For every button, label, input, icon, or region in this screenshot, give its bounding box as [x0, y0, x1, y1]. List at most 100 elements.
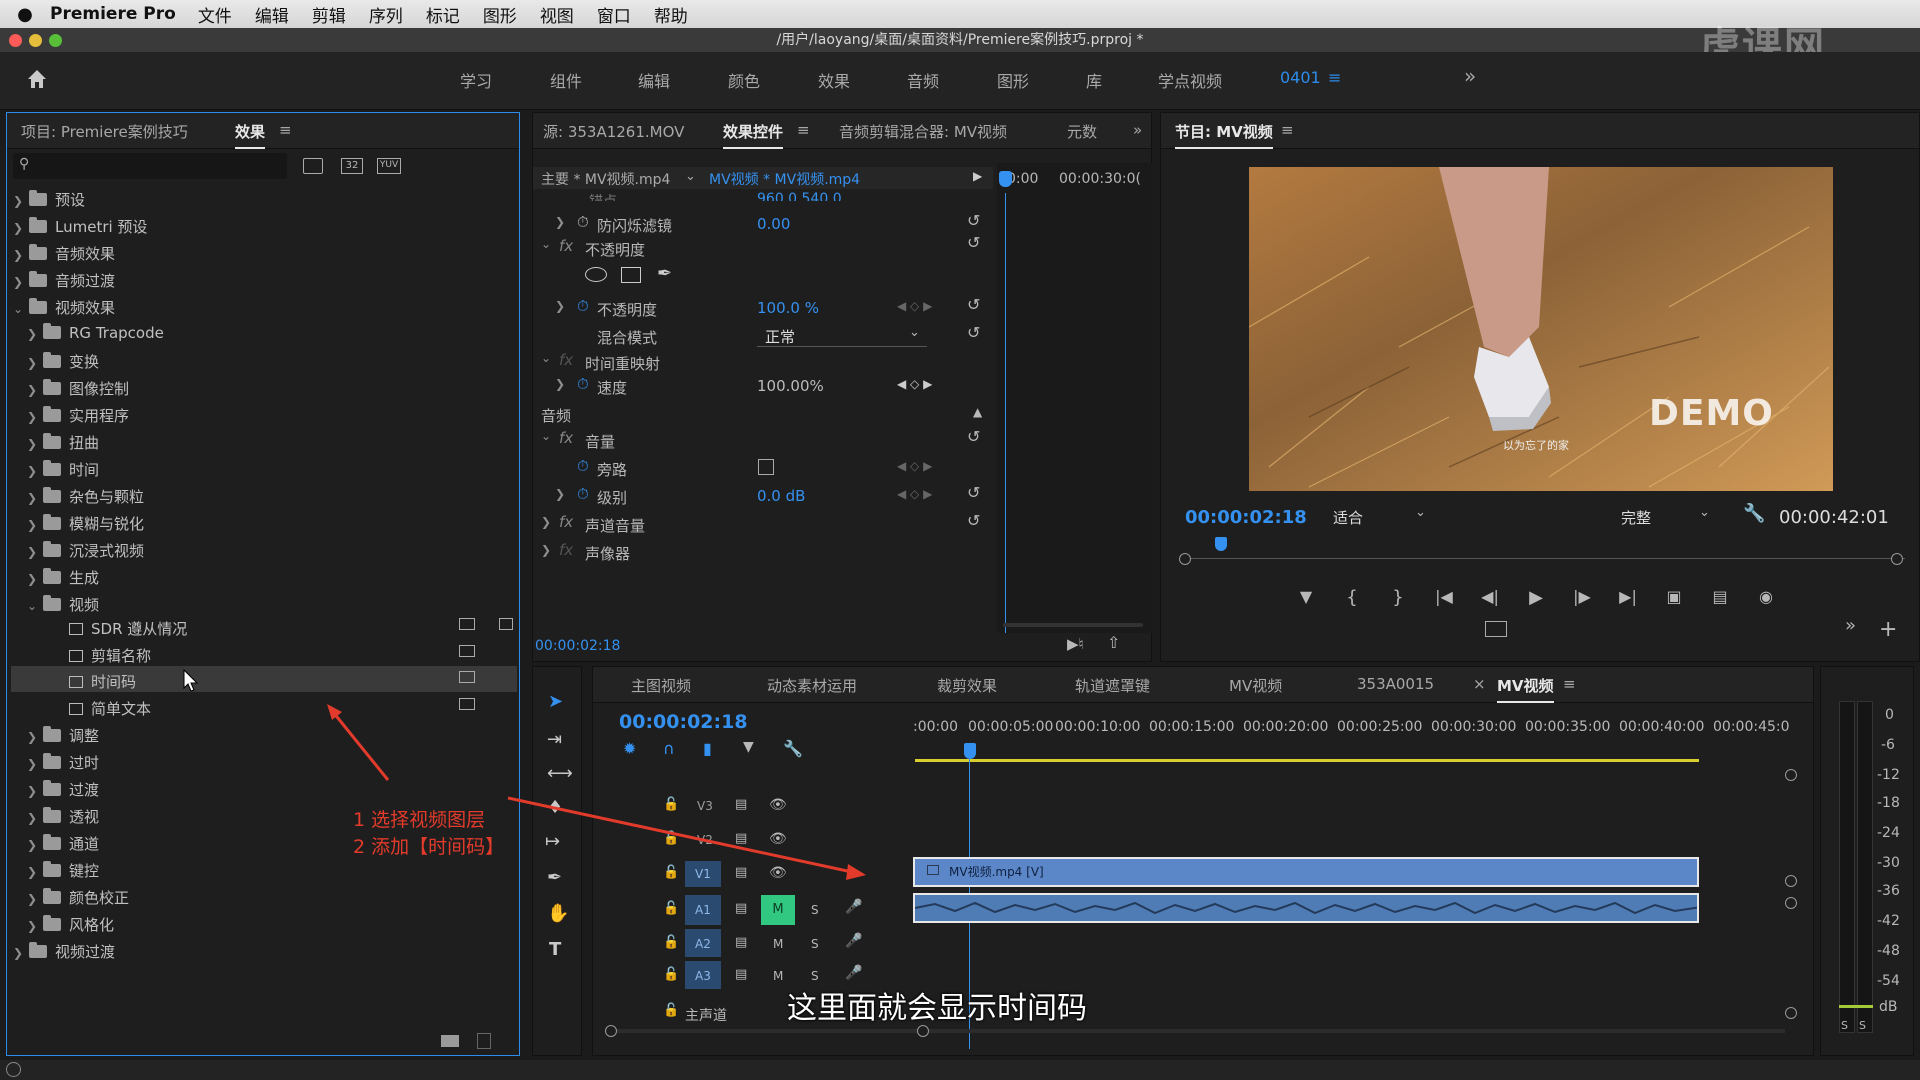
sync-lock-icon[interactable]: ▤ [735, 797, 747, 812]
camera-icon[interactable]: ◉ [1743, 587, 1789, 613]
workspace-assembly[interactable]: 组件 [550, 68, 582, 92]
chevron-right-icon[interactable]: ❯ [27, 327, 43, 341]
extract-icon[interactable]: ▤ [1697, 587, 1743, 613]
add-button-icon[interactable]: + [1879, 617, 1897, 642]
tree-item-adjust[interactable]: ❯ 调整 [27, 725, 99, 746]
workspace-effects[interactable]: 效果 [818, 68, 850, 92]
trash-icon[interactable] [477, 1033, 491, 1049]
stopwatch-icon[interactable]: ⏱ [577, 213, 589, 231]
chevron-down-icon[interactable]: ⌄ [541, 429, 551, 443]
chevron-right-icon[interactable]: ❯ [555, 377, 565, 391]
video-clip[interactable]: MV视频.mp4 [V] [913, 857, 1699, 887]
effect-controls-menu-icon[interactable]: ≡ [797, 121, 810, 139]
chevron-right-icon[interactable]: ❯ [541, 515, 551, 529]
scrub-end-handle[interactable] [1891, 553, 1903, 565]
menu-graphics[interactable]: 图形 [483, 2, 517, 27]
speed-value[interactable]: 100.00% [757, 377, 824, 395]
vertical-scroll-handle[interactable] [1785, 897, 1797, 909]
chevron-right-icon[interactable]: ❯ [27, 811, 43, 825]
stopwatch-icon[interactable]: ⏱ [577, 375, 589, 393]
status-icon[interactable] [6, 1062, 21, 1077]
lift-icon[interactable]: ▣ [1651, 587, 1697, 613]
eye-icon[interactable]: 👁 [769, 797, 787, 813]
chevron-right-icon[interactable]: ❯ [27, 784, 43, 798]
menu-sequence[interactable]: 序列 [369, 2, 403, 27]
timeline-current-timecode[interactable]: 00:00:02:18 [619, 711, 748, 733]
chevron-right-icon[interactable]: ❯ [555, 299, 565, 313]
tab-effect-controls[interactable]: 效果控件 [723, 121, 784, 149]
tree-item-image-control[interactable]: ❯ 图像控制 [27, 378, 129, 399]
tree-item-keying[interactable]: ❯ 键控 [27, 860, 99, 881]
workspace-audio[interactable]: 音频 [907, 68, 939, 92]
playback-quality-select[interactable]: 完整 ⌄ [1617, 505, 1717, 529]
sync-lock-icon[interactable]: ▤ [735, 935, 747, 950]
app-name[interactable]: Premiere Pro [50, 4, 176, 24]
program-scrub-bar[interactable] [1185, 558, 1905, 559]
chevron-right-icon[interactable]: ❯ [13, 194, 29, 208]
lock-icon[interactable]: 🔓 [663, 1003, 679, 1018]
zoom-fit-select[interactable]: 适合 ⌄ [1329, 505, 1433, 529]
level-value[interactable]: 0.0 dB [757, 487, 805, 505]
reset-icon[interactable]: ↺ [967, 211, 980, 230]
track-select-tool-icon[interactable]: ⇥ [547, 729, 562, 750]
stopwatch-icon[interactable]: ⏱ [577, 297, 589, 315]
effects-search-input[interactable] [39, 156, 279, 176]
mark-in-icon[interactable]: { [1329, 587, 1375, 613]
scroll-handle-left[interactable] [605, 1025, 617, 1037]
tab-sequence-2[interactable]: 动态素材运用 [767, 675, 857, 696]
chevron-right-icon[interactable]: ❯ [555, 215, 565, 229]
bypass-checkbox[interactable] [758, 459, 774, 475]
fx-icon[interactable]: fx [559, 513, 573, 531]
ec-zoom-scrollbar[interactable] [1003, 623, 1143, 627]
marker-icon[interactable]: ▼ [1283, 587, 1329, 613]
microphone-icon[interactable]: 🎤 [845, 965, 862, 981]
eye-icon[interactable]: 👁 [769, 865, 787, 881]
lock-icon[interactable]: 🔓 [663, 831, 679, 846]
lock-icon[interactable]: 🔓 [663, 967, 679, 982]
workspace-library[interactable]: 库 [1086, 68, 1102, 92]
workspace-color[interactable]: 颜色 [728, 68, 760, 92]
workspace-menu-icon[interactable]: ≡ [1328, 68, 1341, 87]
chevron-down-icon[interactable]: ⌄ [685, 169, 696, 184]
tree-item-presets[interactable]: ❯ 预设 [13, 189, 85, 210]
track-label-a3[interactable]: A3 [695, 969, 711, 983]
vertical-scroll-handle[interactable] [1785, 769, 1797, 781]
menu-file[interactable]: 文件 [198, 2, 232, 27]
menu-window[interactable]: 窗口 [597, 2, 631, 27]
nest-sequence-icon[interactable]: ✹ [623, 739, 663, 763]
play-triangle-icon[interactable]: ▶ [973, 169, 982, 183]
eye-icon[interactable]: 👁 [769, 831, 787, 847]
timeline-menu-icon[interactable]: ≡ [1563, 675, 1576, 693]
lock-icon[interactable]: 🔓 [663, 865, 679, 880]
tab-metadata[interactable]: 元数 [1067, 121, 1097, 142]
chevron-right-icon[interactable]: ❯ [27, 356, 43, 370]
microphone-icon[interactable]: 🎤 [845, 933, 862, 949]
chevron-right-icon[interactable]: ❯ [13, 248, 29, 262]
reset-icon[interactable]: ↺ [967, 233, 980, 252]
chevron-down-icon[interactable]: ⌄ [541, 351, 551, 365]
meter-solo-left[interactable]: S [1841, 1019, 1848, 1032]
add-marker-icon[interactable]: ▼ [743, 739, 783, 763]
tab-sequence-6[interactable]: 353A0015 [1357, 675, 1434, 693]
ec-playhead-handle[interactable] [999, 171, 1012, 187]
tree-item-distort[interactable]: ❯ 扭曲 [27, 432, 99, 453]
chevron-right-icon[interactable]: ❯ [13, 275, 29, 289]
track-label-v2[interactable]: V2 [697, 833, 713, 847]
work-area-bar[interactable] [915, 759, 1699, 762]
workspace-overflow-icon[interactable]: » [1464, 64, 1476, 88]
reset-icon[interactable]: ↺ [967, 323, 980, 342]
tree-item-video-transitions[interactable]: ❯ 视频过渡 [13, 941, 115, 962]
chevron-right-icon[interactable]: ❯ [555, 487, 565, 501]
timeline-ruler[interactable]: :00:00 00:00:05:00 00:00:10:00 00:00:15:… [913, 703, 1793, 743]
opacity-value[interactable]: 100.0 % [757, 299, 819, 317]
fx-icon[interactable]: fx [559, 237, 573, 255]
reset-icon[interactable]: ↺ [967, 483, 980, 502]
mark-out-icon[interactable]: } [1375, 587, 1421, 613]
timeline-playhead-handle[interactable] [964, 743, 976, 759]
sync-lock-icon[interactable]: ▤ [735, 901, 747, 916]
lock-icon[interactable]: 🔓 [663, 935, 679, 950]
vertical-scroll-handle[interactable] [1785, 875, 1797, 887]
workspace-learn[interactable]: 学习 [460, 68, 492, 92]
program-current-timecode[interactable]: 00:00:02:18 [1185, 507, 1307, 528]
menu-view[interactable]: 视图 [540, 2, 574, 27]
